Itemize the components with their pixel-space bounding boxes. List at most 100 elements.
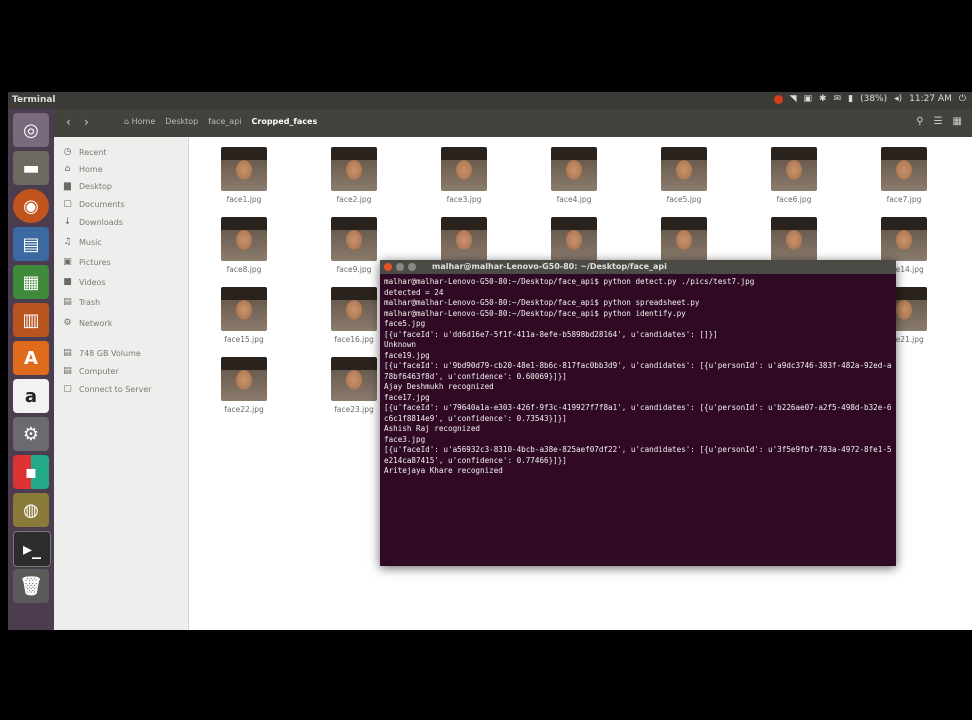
sidebar-item-downloads[interactable]: ↓ Downloads bbox=[62, 217, 123, 227]
file-item[interactable]: face9.jpg bbox=[319, 217, 389, 274]
back-button[interactable]: ‹ bbox=[66, 115, 71, 129]
dash-icon[interactable]: ◎ bbox=[13, 113, 49, 147]
terminal-line: Unknown bbox=[384, 340, 417, 349]
file-item[interactable]: face1.jpg bbox=[209, 147, 279, 204]
file-item[interactable]: face3.jpg bbox=[429, 147, 499, 204]
file-item[interactable]: face15.jpg bbox=[209, 287, 279, 344]
file-name: face3.jpg bbox=[446, 195, 482, 204]
power-icon[interactable]: ⏻ bbox=[959, 94, 966, 104]
terminal-line: face3.jpg bbox=[384, 434, 426, 444]
sidebar-item-connect-to-server[interactable]: ▢ Connect to Server bbox=[62, 384, 151, 394]
file-name: face1.jpg bbox=[226, 195, 262, 204]
face-thumbnail bbox=[661, 147, 707, 191]
disks-icon[interactable]: ◍ bbox=[13, 493, 49, 527]
files-icon[interactable]: ▬ bbox=[13, 151, 49, 185]
file-manager-header: ‹ › ⌂ Home Desktop face_api Cropped_face… bbox=[54, 109, 972, 137]
terminal-line: [{u'faceId': u'dd6d16e7-5f1f-411a-8efe-b… bbox=[384, 329, 718, 339]
sidebar-item-music[interactable]: ♫ Music bbox=[62, 237, 102, 247]
sidebar-item-network[interactable]: ⚙ Network bbox=[62, 318, 112, 328]
breadcrumb-home[interactable]: ⌂ Home bbox=[124, 117, 155, 126]
sidebar-item-label: Pictures bbox=[79, 257, 111, 267]
sidebar-item-label: Home bbox=[79, 164, 103, 174]
file-name: face7.jpg bbox=[886, 195, 922, 204]
forward-button[interactable]: › bbox=[84, 115, 89, 129]
sidebar-item-label: Videos bbox=[79, 277, 106, 287]
mail-icon[interactable]: ✉ bbox=[834, 94, 842, 104]
impress-icon[interactable]: ▥ bbox=[13, 303, 49, 337]
breadcrumb-cropped-faces[interactable]: Cropped_faces bbox=[252, 117, 318, 126]
face-thumbnail bbox=[441, 217, 487, 261]
firefox-icon[interactable]: ◉ bbox=[13, 189, 49, 223]
terminal-output[interactable]: malhar@malhar-Lenovo-G50-80:~/Desktop/fa… bbox=[380, 274, 896, 477]
terminal-line: malhar@malhar-Lenovo-G50-80:~/Desktop/fa… bbox=[384, 277, 755, 286]
battery-percentage[interactable]: (38%) bbox=[860, 94, 887, 104]
search-icon[interactable]: ⚲ bbox=[916, 116, 923, 127]
sidebar-item-icon: ↓ bbox=[63, 217, 72, 227]
sidebar-item-videos[interactable]: ■ Videos bbox=[62, 277, 106, 287]
sidebar-item-icon: ▢ bbox=[63, 199, 72, 209]
sidebar-item-trash[interactable]: ▤ Trash bbox=[62, 297, 100, 307]
maximize-icon[interactable] bbox=[408, 263, 416, 271]
clock[interactable]: 11:27 AM bbox=[909, 94, 952, 104]
face-thumbnail bbox=[771, 147, 817, 191]
sidebar-item-desktop[interactable]: ▆ Desktop bbox=[62, 181, 112, 191]
view-grid-icon[interactable]: ▦ bbox=[953, 116, 962, 127]
file-item[interactable]: face2.jpg bbox=[319, 147, 389, 204]
sidebar-item-icon: ⚙ bbox=[63, 318, 72, 328]
update-indicator-icon[interactable] bbox=[773, 94, 783, 104]
file-item[interactable]: face22.jpg bbox=[209, 357, 279, 414]
top-panel: Terminal ◥ ▣ ✱ ✉ ▮ (38%) ◂) 11:27 AM ⏻ bbox=[8, 92, 972, 109]
sidebar-item-documents[interactable]: ▢ Documents bbox=[62, 199, 124, 209]
apps-icon[interactable]: ▪ bbox=[13, 455, 49, 489]
sidebar-item-home[interactable]: ⌂ Home bbox=[62, 164, 103, 174]
terminal-window[interactable]: malhar@malhar-Lenovo-G50-80: ~/Desktop/f… bbox=[380, 260, 896, 566]
file-item[interactable]: face6.jpg bbox=[759, 147, 829, 204]
minimize-icon[interactable] bbox=[396, 263, 404, 271]
writer-icon[interactable]: ▤ bbox=[13, 227, 49, 261]
sidebar-item-icon: ▤ bbox=[63, 297, 72, 307]
file-item[interactable]: face7.jpg bbox=[869, 147, 939, 204]
terminal-line: face17.jpg bbox=[384, 392, 430, 402]
face-thumbnail bbox=[331, 287, 377, 331]
settings-icon[interactable]: ⚙ bbox=[13, 417, 49, 451]
terminal-line: Ajay Deshmukh recognized bbox=[384, 382, 494, 391]
sidebar-item-748-gb-volume[interactable]: ▤ 748 GB Volume bbox=[62, 348, 141, 358]
face-thumbnail bbox=[551, 217, 597, 261]
calc-icon[interactable]: ▦ bbox=[13, 265, 49, 299]
sidebar-item-pictures[interactable]: ▣ Pictures bbox=[62, 257, 111, 267]
keyboard-icon[interactable]: ▣ bbox=[804, 94, 813, 104]
file-item[interactable]: face8.jpg bbox=[209, 217, 279, 274]
software-center-icon[interactable]: A bbox=[13, 341, 49, 375]
volume-icon[interactable]: ◂) bbox=[894, 94, 902, 104]
face-thumbnail bbox=[881, 147, 927, 191]
breadcrumb-face-api[interactable]: face_api bbox=[208, 117, 241, 126]
close-icon[interactable] bbox=[384, 263, 392, 271]
trash-icon[interactable]: 🗑 bbox=[13, 569, 49, 603]
file-item[interactable]: face23.jpg bbox=[319, 357, 389, 414]
face-thumbnail bbox=[441, 147, 487, 191]
sidebar-item-icon: ■ bbox=[63, 277, 72, 287]
header-actions: ⚲ ☰ ▦ bbox=[916, 116, 962, 127]
sidebar-item-icon: ▤ bbox=[63, 348, 72, 358]
network-icon[interactable]: ◥ bbox=[790, 94, 797, 104]
file-item[interactable]: face5.jpg bbox=[649, 147, 719, 204]
terminal-icon[interactable]: ▸_ bbox=[13, 531, 51, 567]
battery-icon[interactable]: ▮ bbox=[848, 94, 853, 104]
face-thumbnail bbox=[221, 217, 267, 261]
amazon-icon[interactable]: a bbox=[13, 379, 49, 413]
view-list-icon[interactable]: ☰ bbox=[934, 116, 943, 127]
sidebar-item-recent[interactable]: ◷ Recent bbox=[62, 147, 107, 157]
breadcrumb: ⌂ Home Desktop face_api Cropped_faces bbox=[124, 117, 317, 126]
breadcrumb-desktop[interactable]: Desktop bbox=[165, 117, 198, 126]
face-thumbnail bbox=[661, 217, 707, 261]
terminal-titlebar[interactable]: malhar@malhar-Lenovo-G50-80: ~/Desktop/f… bbox=[380, 260, 896, 274]
sidebar-item-label: Music bbox=[79, 237, 102, 247]
sidebar-item-computer[interactable]: ▤ Computer bbox=[62, 366, 119, 376]
file-item[interactable]: face4.jpg bbox=[539, 147, 609, 204]
sidebar-item-label: Desktop bbox=[79, 181, 112, 191]
file-name: face16.jpg bbox=[334, 335, 374, 344]
bluetooth-icon[interactable]: ✱ bbox=[819, 94, 827, 104]
file-item[interactable]: face16.jpg bbox=[319, 287, 389, 344]
terminal-line: Ashish Raj recognized bbox=[384, 424, 481, 433]
face-thumbnail bbox=[771, 217, 817, 261]
